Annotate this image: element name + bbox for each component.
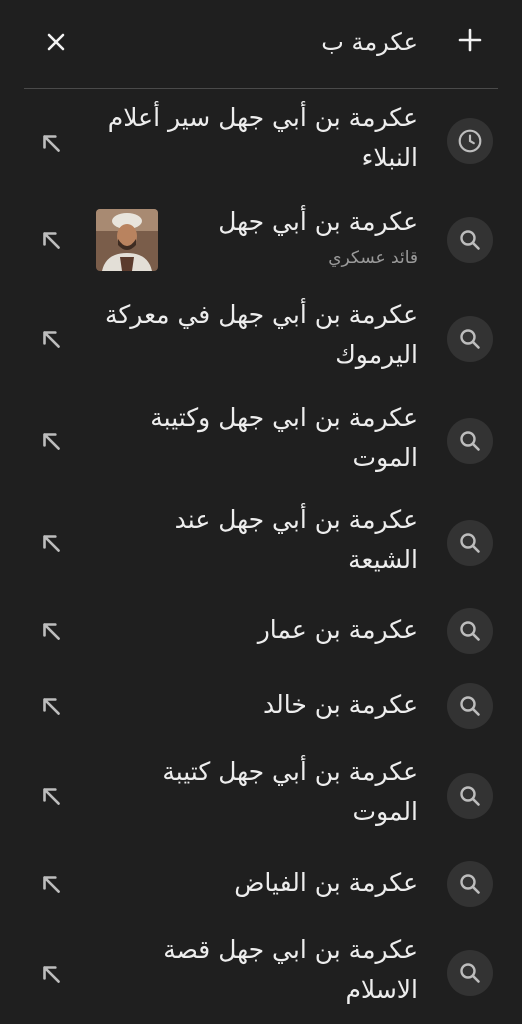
search-icon [460,329,480,349]
suggestion-item[interactable]: عكرمة بن أبي جهل كتيبة الموت [0,752,522,842]
search-icon [460,874,480,894]
suggestion-item[interactable]: عكرمة بن أبي جهل سير أعلام النبلاء [0,98,522,188]
suggestion-item[interactable]: عكرمة بن عمار [0,608,522,658]
search-icon [460,786,480,806]
suggestion-text: عكرمة بن أبي جهل كتيبة الموت [162,757,418,826]
arrow-up-left-icon[interactable] [38,871,64,897]
suggestion-thumbnail [96,209,158,271]
suggestion-text: عكرمة بن ابي جهل قصة الاسلام [163,935,418,1004]
suggestion-item[interactable]: عكرمة بن أبي جهل قائد عسكري [0,200,522,280]
search-icon-container [447,861,493,907]
suggestion-item[interactable]: عكرمة بن الفياض [0,861,522,911]
close-icon [47,33,65,51]
arrow-up-left-icon[interactable] [38,618,64,644]
search-icon [460,963,480,983]
arrow-up-left-icon[interactable] [38,961,64,987]
arrow-up-left-icon[interactable] [38,693,64,719]
suggestion-text: عكرمة بن ابي جهل وكتيبة الموت [150,403,418,472]
search-icon-container [447,520,493,566]
history-icon-container [447,118,493,164]
arrow-up-left-icon[interactable] [38,428,64,454]
suggestion-item[interactable]: عكرمة بن خالد [0,683,522,733]
suggestion-text: عكرمة بن خالد [262,690,418,719]
suggestion-item[interactable]: عكرمة بن ابي جهل قصة الاسلام [0,930,522,1020]
suggestion-subtitle: قائد عسكري [328,248,418,268]
search-icon-container [447,773,493,819]
close-button[interactable] [38,24,74,60]
search-icon-container [447,418,493,464]
arrow-up-left-icon[interactable] [38,530,64,556]
search-icon-container [447,608,493,654]
search-icon [460,621,480,641]
search-icon-container [447,950,493,996]
plus-icon [458,28,482,52]
suggestion-item[interactable]: عكرمة بن أبي جهل في معركة اليرموك [0,295,522,385]
history-icon [458,129,482,153]
suggestion-text: عكرمة بن الفياض [234,868,418,897]
suggestion-text: عكرمة بن أبي جهل في معركة اليرموك [104,300,418,369]
suggestion-item[interactable]: عكرمة بن أبي جهل عند الشيعة [0,500,522,590]
search-bar: عكرمة ب [24,0,498,89]
search-icon [460,230,480,250]
search-icon [460,533,480,553]
arrow-up-left-icon[interactable] [38,130,64,156]
add-button[interactable] [452,22,488,58]
search-icon [460,431,480,451]
search-input[interactable]: عكرمة ب [321,28,418,56]
search-icon [460,696,480,716]
arrow-up-left-icon[interactable] [38,326,64,352]
arrow-up-left-icon[interactable] [38,783,64,809]
search-icon-container [447,683,493,729]
search-icon-container [447,316,493,362]
suggestion-item[interactable]: عكرمة بن ابي جهل وكتيبة الموت [0,398,522,488]
suggestion-text: عكرمة بن أبي جهل سير أعلام النبلاء [107,103,418,172]
suggestion-text: عكرمة بن أبي جهل عند الشيعة [174,505,418,574]
search-icon-container [447,217,493,263]
suggestion-text: عكرمة بن عمار [257,615,418,644]
search-suggestions-screen: عكرمة ب عكرمة بن أبي جهل سير أعلام النبل… [0,0,522,1024]
arrow-up-left-icon[interactable] [38,227,64,253]
